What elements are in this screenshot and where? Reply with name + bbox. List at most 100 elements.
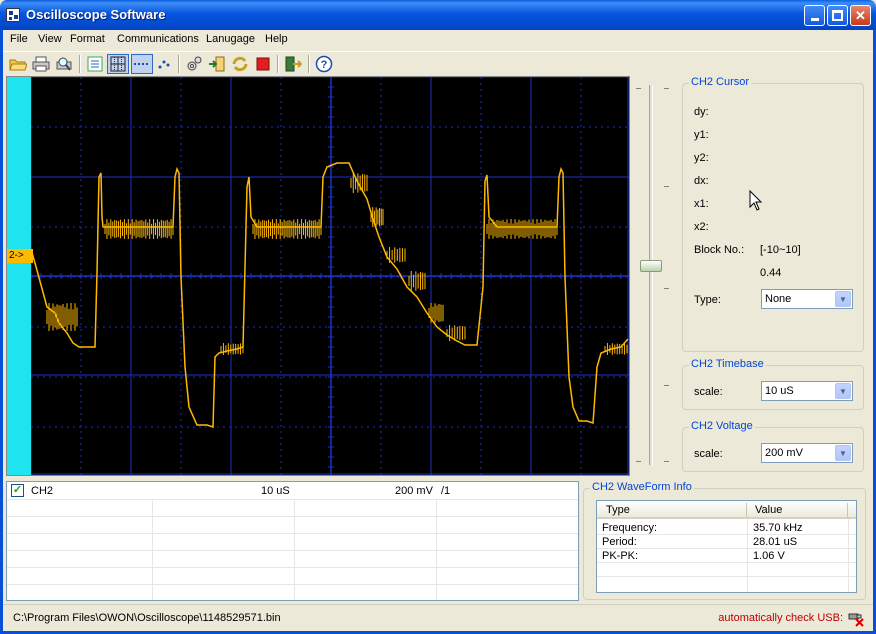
close-button[interactable]: ✕ — [850, 5, 871, 26]
y1-label: y1: — [694, 129, 709, 141]
menu-communications[interactable]: Communications — [117, 33, 199, 45]
window-title: Oscilloscope Software — [26, 7, 166, 22]
stop-icon[interactable] — [254, 55, 272, 73]
ch2-level-marker[interactable]: 2-> — [7, 249, 33, 263]
chevron-down-icon[interactable]: ▼ — [835, 445, 851, 461]
dy-label: dy: — [694, 106, 709, 118]
app-icon — [6, 8, 20, 22]
cursor-group-title: CH2 Cursor — [689, 76, 752, 88]
row-divider — [7, 516, 578, 517]
timebase-group-title: CH2 Timebase — [689, 358, 766, 370]
timebase-group: CH2 Timebase scale: 10 uS ▼ — [682, 358, 864, 410]
position-slider[interactable] — [636, 80, 670, 470]
mouse-cursor-icon — [749, 190, 763, 211]
usb-disconnected-icon[interactable] — [847, 609, 865, 627]
voltage-scale-select[interactable]: 200 mV ▼ — [761, 443, 853, 463]
settings-icon[interactable] — [185, 55, 203, 73]
block-value: 0.44 — [760, 267, 782, 279]
header-type[interactable]: Type — [606, 504, 630, 516]
scatter-icon[interactable] — [155, 55, 173, 73]
table-row — [597, 563, 856, 577]
table-row[interactable]: Frequency: 35.70 kHz — [597, 521, 856, 535]
slider-tick — [664, 288, 669, 289]
slider-tick — [664, 385, 669, 386]
menu-file[interactable]: File — [10, 33, 28, 45]
row-divider — [7, 567, 578, 568]
table-row[interactable]: ✓ CH2 10 uS 200 mV /1 — [7, 482, 578, 499]
channel-timebase: 10 uS — [261, 485, 290, 497]
row-divider — [7, 533, 578, 534]
waveform-info-title: CH2 WaveForm Info — [590, 481, 694, 493]
voltage-group-title: CH2 Voltage — [689, 420, 755, 432]
maximize-button[interactable] — [827, 5, 848, 26]
dotted-line-button[interactable] — [131, 54, 153, 74]
chevron-down-icon[interactable]: ▼ — [835, 383, 851, 399]
table-row[interactable]: PK-PK: 1.06 V — [597, 549, 856, 563]
row-divider — [7, 584, 578, 585]
menu-language[interactable]: Lanugage — [206, 33, 255, 45]
chevron-down-icon[interactable]: ▼ — [835, 291, 851, 307]
slider-thumb[interactable] — [640, 260, 662, 272]
ch2-waveform-noise — [46, 173, 628, 355]
close-icon: ✕ — [855, 8, 866, 23]
window-frame-left — [0, 30, 3, 634]
title-bar: Oscilloscope Software ✕ — [0, 0, 876, 30]
list-icon[interactable] — [86, 55, 104, 73]
info-value: 35.70 kHz — [753, 522, 803, 534]
open-folder-icon[interactable] — [9, 55, 27, 73]
timebase-scale-label: scale: — [694, 386, 723, 398]
timebase-scale-value: 10 uS — [765, 385, 794, 397]
refresh-icon[interactable] — [231, 55, 249, 73]
header-value[interactable]: Value — [755, 504, 782, 516]
ch2-checkbox[interactable]: ✓ — [11, 484, 24, 497]
slider-tick — [636, 88, 641, 89]
voltage-group: CH2 Voltage scale: 200 mV ▼ — [682, 420, 864, 472]
maximize-icon — [832, 10, 843, 21]
cursor-type-value: None — [765, 293, 792, 305]
grid-icon — [110, 56, 126, 72]
column-divider — [152, 499, 153, 600]
menu-help[interactable]: Help — [265, 33, 288, 45]
column-divider — [747, 519, 748, 592]
row-divider — [7, 550, 578, 551]
toolbar-separator — [79, 55, 81, 73]
x1-label: x1: — [694, 198, 709, 210]
scope-grid — [30, 77, 629, 475]
help-icon[interactable]: ? — [315, 55, 333, 73]
slider-tick — [664, 461, 669, 462]
y2-label: y2: — [694, 152, 709, 164]
table-row[interactable]: Period: 28.01 uS — [597, 535, 856, 549]
print-icon[interactable] — [32, 55, 50, 73]
timebase-scale-select[interactable]: 10 uS ▼ — [761, 381, 853, 401]
info-type: Frequency: — [602, 522, 658, 534]
block-no-label: Block No.: — [694, 244, 745, 256]
channel-list: ✓ CH2 10 uS 200 mV /1 — [6, 481, 579, 601]
column-divider — [294, 499, 295, 600]
dotted-line-icon — [134, 63, 150, 65]
waveform-plot — [30, 77, 629, 475]
info-type: PK-PK: — [602, 550, 639, 562]
table-header: Type Value — [597, 501, 856, 519]
toolbar-separator — [277, 55, 279, 73]
minimize-button[interactable] — [804, 5, 825, 26]
channel-probe: /1 — [441, 485, 451, 497]
dx-label: dx: — [694, 175, 709, 187]
file-path: C:\Program Files\OWON\Oscilloscope\11485… — [13, 612, 281, 624]
info-value: 28.01 uS — [753, 536, 798, 548]
menu-format[interactable]: Format — [70, 33, 105, 45]
oscilloscope-display[interactable]: 2-> — [6, 76, 630, 476]
svg-text:?: ? — [321, 59, 328, 71]
print-preview-icon[interactable] — [55, 55, 73, 73]
slider-track — [649, 85, 653, 465]
channel-name: CH2 — [31, 485, 54, 497]
block-range: [-10~10] — [760, 244, 801, 256]
menu-view[interactable]: View — [38, 33, 62, 45]
column-divider — [746, 503, 747, 517]
column-divider — [436, 499, 437, 600]
grid-button[interactable] — [107, 54, 129, 74]
slider-tick — [636, 461, 641, 462]
import-icon[interactable] — [208, 55, 226, 73]
cursor-type-select[interactable]: None ▼ — [761, 289, 853, 309]
voltage-scale-label: scale: — [694, 448, 723, 460]
export-icon[interactable] — [284, 55, 302, 73]
